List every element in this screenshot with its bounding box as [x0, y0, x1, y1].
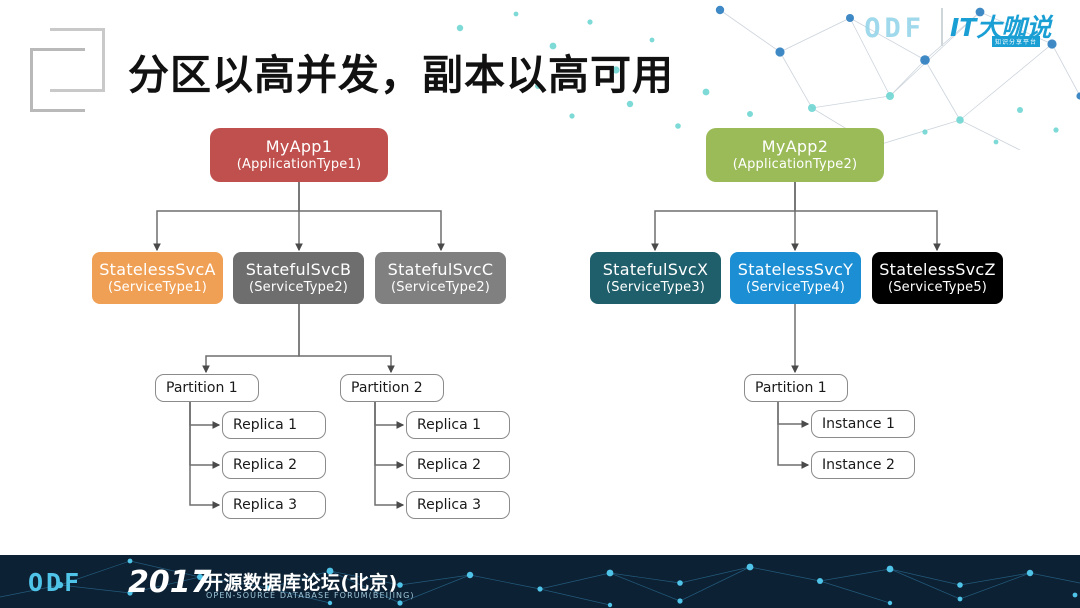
slide-canvas: 分区以高并发，副本以高可用 ODF IT大咖说 知识分享平台 MyApp1 (A… — [0, 0, 1080, 608]
odf-brand-logo: ODF — [864, 13, 925, 44]
node-stateful-svc-c[interactable]: StatefulSvcC (ServiceType2) — [375, 252, 506, 304]
node-p1-replica-2[interactable]: Replica 2 — [222, 451, 326, 479]
node-stateless-svc-z[interactable]: StatelessSvcZ (ServiceType5) — [872, 252, 1003, 304]
node-myapp2-name: MyApp2 — [761, 137, 829, 156]
node-p1-replica-3[interactable]: Replica 3 — [222, 491, 326, 519]
it-dakashuo-logo: IT大咖说 知识分享平台 — [950, 8, 1072, 48]
node-instance-2[interactable]: Instance 2 — [811, 451, 915, 479]
footer-year: 2017 — [128, 565, 212, 600]
footer-bar: ODF 2017 开源数据库论坛(北京) OPEN-SOURCE DATABAS… — [0, 555, 1080, 608]
footer-title-en: OPEN-SOURCE DATABASE FORUM(BEIJING) — [206, 591, 415, 600]
node-myapp2-type: (ApplicationType2) — [732, 157, 858, 172]
node-myapp1-type: (ApplicationType1) — [236, 157, 362, 172]
node-stateless-svc-z-name: StatelessSvcZ — [879, 260, 996, 279]
node-stateless-svc-z-type: (ServiceType5) — [887, 280, 988, 295]
node-stateful-svc-c-type: (ServiceType2) — [390, 280, 491, 295]
footer-odf-logo: ODF — [28, 568, 83, 597]
node-stateful-svc-b-name: StatefulSvcB — [245, 260, 352, 279]
node-myapp2[interactable]: MyApp2 (ApplicationType2) — [706, 128, 884, 182]
node-stateless-svc-y[interactable]: StatelessSvcY (ServiceType4) — [730, 252, 861, 304]
logo-square-front — [50, 28, 105, 92]
node-p1-replica-1[interactable]: Replica 1 — [222, 411, 326, 439]
node-stateless-svc-y-type: (ServiceType4) — [745, 280, 846, 295]
node-stateful-svc-b[interactable]: StatefulSvcB (ServiceType2) — [233, 252, 364, 304]
node-left-partition-2[interactable]: Partition 2 — [340, 374, 444, 402]
it-dakashuo-sublabel: 知识分享平台 — [992, 36, 1041, 47]
node-stateful-svc-x-name: StatefulSvcX — [602, 260, 709, 279]
page-title: 分区以高并发，副本以高可用 — [128, 51, 674, 99]
node-stateless-svc-a-name: StatelessSvcA — [99, 260, 216, 279]
node-p2-replica-3[interactable]: Replica 3 — [406, 491, 510, 519]
node-p2-replica-2[interactable]: Replica 2 — [406, 451, 510, 479]
brand-divider — [941, 8, 943, 46]
node-stateless-svc-a-type: (ServiceType1) — [107, 280, 208, 295]
node-stateful-svc-b-type: (ServiceType2) — [248, 280, 349, 295]
architecture-diagram: MyApp1 (ApplicationType1) MyApp2 (Applic… — [0, 108, 1080, 548]
node-left-partition-1[interactable]: Partition 1 — [155, 374, 259, 402]
node-instance-1[interactable]: Instance 1 — [811, 410, 915, 438]
node-stateful-svc-x[interactable]: StatefulSvcX (ServiceType3) — [590, 252, 721, 304]
node-myapp1[interactable]: MyApp1 (ApplicationType1) — [210, 128, 388, 182]
node-right-partition-1[interactable]: Partition 1 — [744, 374, 848, 402]
brand-bracket-logo-icon — [30, 28, 108, 112]
node-stateless-svc-a[interactable]: StatelessSvcA (ServiceType1) — [92, 252, 223, 304]
node-myapp1-name: MyApp1 — [265, 137, 333, 156]
it-dakashuo-label: IT大咖说 — [950, 13, 1052, 42]
node-stateful-svc-c-name: StatefulSvcC — [387, 260, 494, 279]
diagram-connectors — [153, 182, 941, 509]
node-stateful-svc-x-type: (ServiceType3) — [605, 280, 706, 295]
node-stateless-svc-y-name: StatelessSvcY — [737, 260, 854, 279]
node-p2-replica-1[interactable]: Replica 1 — [406, 411, 510, 439]
